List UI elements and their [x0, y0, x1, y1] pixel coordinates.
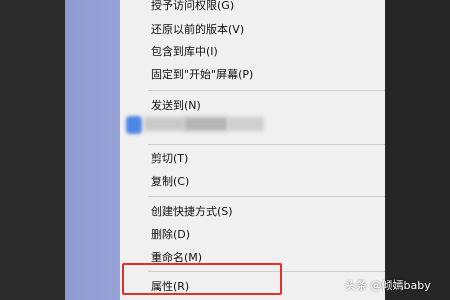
menu-separator — [148, 90, 385, 91]
menu-item-label: 复制(C) — [151, 175, 190, 188]
watermark: 头条 @倾嫣baby — [345, 279, 431, 292]
obscured-text — [228, 117, 264, 131]
menu-item-copy[interactable]: 复制(C) — [120, 170, 385, 193]
menu-item-label: 创建快捷方式(S) — [151, 205, 233, 218]
menu-item-pin-to-start[interactable]: 固定到"开始"屏幕(P) — [120, 63, 385, 86]
menu-item-label: 授予访问权限(G) — [151, 0, 235, 12]
menu-item-obscured[interactable] — [120, 112, 385, 138]
menu-item-include-in-library[interactable]: 包含到库中(I) — [120, 40, 385, 63]
menu-item-create-shortcut[interactable]: 创建快捷方式(S) — [120, 200, 385, 223]
obscured-text — [184, 117, 228, 131]
menu-item-label: 包含到库中(I) — [151, 45, 218, 58]
menu-item-delete[interactable]: 删除(D) — [120, 223, 385, 246]
obscured-text — [144, 117, 184, 131]
menu-item-label: 固定到"开始"屏幕(P) — [151, 68, 254, 81]
menu-item-label: 还原以前的版本(V) — [151, 23, 245, 36]
menu-item-label: 删除(D) — [151, 228, 191, 241]
menu-item-grant-access[interactable]: 授予访问权限(G) — [120, 0, 385, 17]
desktop-background-right — [385, 0, 450, 300]
app-icon — [126, 116, 142, 134]
desktop-background-left — [0, 0, 65, 300]
menu-separator — [148, 144, 385, 145]
context-menu: 授予访问权限(G) 还原以前的版本(V) 包含到库中(I) 固定到"开始"屏幕(… — [120, 0, 386, 300]
menu-item-cut[interactable]: 剪切(T) — [120, 147, 385, 170]
menu-separator — [148, 196, 385, 197]
window-sidebar-strip — [65, 0, 120, 300]
menu-item-label: 剪切(T) — [151, 152, 189, 165]
annotation-highlight-box — [122, 263, 282, 295]
menu-item-restore-previous-versions[interactable]: 还原以前的版本(V) — [120, 18, 385, 41]
